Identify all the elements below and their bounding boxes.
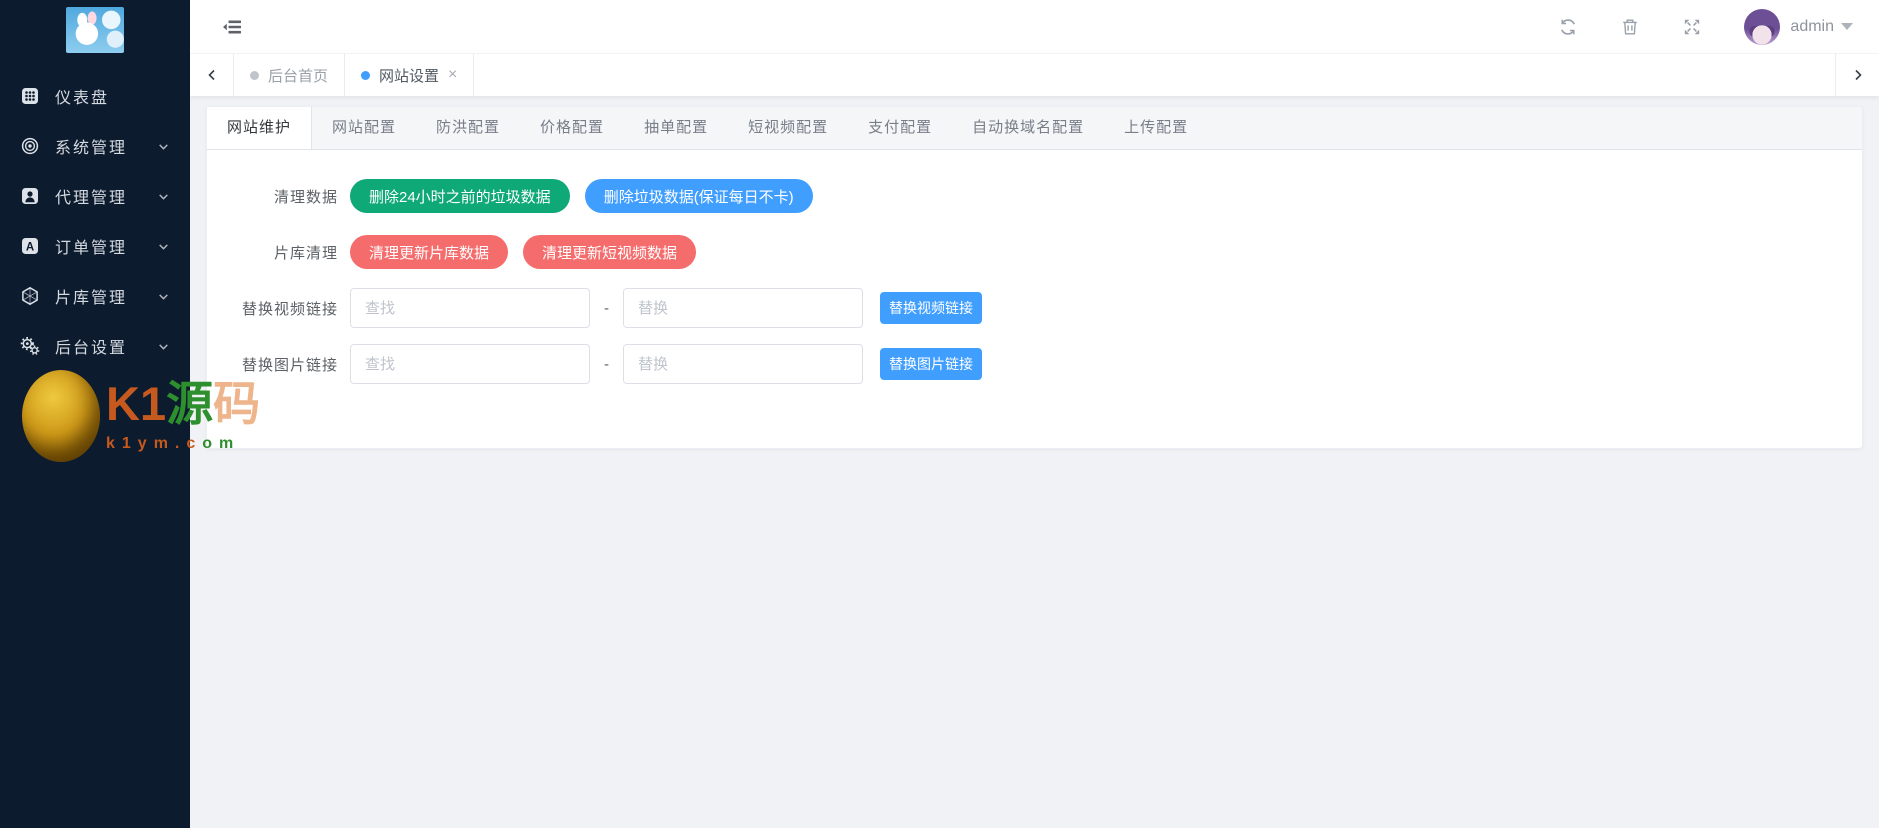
tab-price-config[interactable]: 价格配置: [520, 107, 624, 149]
sidebar: 仪表盘 系统管理 代理管理 A 订单管理 片库管理 后台设置: [0, 0, 190, 828]
tag-label: 网站设置: [379, 67, 440, 85]
bunny-logo-image: [66, 7, 124, 53]
sidebar-item-library-manage[interactable]: 片库管理: [0, 271, 190, 321]
video-find-input[interactable]: [350, 288, 590, 328]
refresh-icon[interactable]: [1558, 17, 1578, 37]
menu-fold-icon[interactable]: [222, 16, 244, 38]
close-icon[interactable]: ×: [448, 67, 457, 83]
library-manage-icon: [20, 286, 40, 306]
user-avatar[interactable]: [1744, 8, 1781, 45]
main-column: admin 后台首页 网站设置 × 网站维护 网站配置 防洪配置 价格配置 抽单…: [190, 0, 1879, 828]
clean-data-row: 清理数据 删除24小时之前的垃圾数据 删除垃圾数据(保证每日不卡): [222, 176, 1847, 216]
dashboard-icon: [20, 86, 40, 106]
tab-site-maintenance[interactable]: 网站维护: [207, 107, 313, 149]
chevron-down-icon: [157, 340, 170, 353]
tab-short-video-config[interactable]: 短视频配置: [728, 107, 848, 149]
tags-scroll-left-icon[interactable]: [190, 54, 234, 96]
sidebar-item-agent-manage[interactable]: 代理管理: [0, 171, 190, 221]
backend-settings-icon: [20, 336, 40, 356]
sidebar-item-label: 系统管理: [55, 140, 128, 157]
sidebar-item-label: 仪表盘: [55, 90, 110, 107]
settings-form: 清理数据 删除24小时之前的垃圾数据 删除垃圾数据(保证每日不卡) 片库清理 清…: [207, 150, 1862, 448]
tab-flood-config[interactable]: 防洪配置: [416, 107, 520, 149]
sidebar-item-label: 后台设置: [55, 340, 128, 357]
clean-short-video-button[interactable]: 清理更新短视频数据: [523, 235, 697, 269]
tab-site-config[interactable]: 网站配置: [312, 107, 416, 149]
tag-dot: [250, 70, 259, 80]
system-manage-icon: [20, 136, 40, 156]
chevron-down-icon: [157, 240, 170, 253]
svg-text:A: A: [26, 241, 34, 253]
separator-dash: -: [604, 355, 609, 373]
chevron-down-icon: [157, 290, 170, 303]
tag-website-settings[interactable]: 网站设置 ×: [345, 54, 475, 96]
sidebar-menu: 仪表盘 系统管理 代理管理 A 订单管理 片库管理 后台设置: [0, 59, 190, 371]
tab-draw-config[interactable]: 抽单配置: [624, 107, 728, 149]
clean-data-label: 清理数据: [273, 188, 338, 206]
topbar-right: admin: [1516, 8, 1853, 45]
content-area: 网站维护 网站配置 防洪配置 价格配置 抽单配置 短视频配置 支付配置 自动换域…: [190, 96, 1879, 828]
sidebar-item-label: 订单管理: [55, 240, 128, 257]
replace-video-link-button[interactable]: 替换视频链接: [880, 292, 982, 324]
delete-old-garbage-button[interactable]: 删除24小时之前的垃圾数据: [350, 179, 570, 213]
order-manage-icon: A: [20, 236, 40, 256]
user-menu[interactable]: admin: [1790, 18, 1853, 36]
fullscreen-icon[interactable]: [1682, 17, 1702, 37]
admin-app: 仪表盘 系统管理 代理管理 A 订单管理 片库管理 后台设置 K1源码 k1ym…: [0, 0, 1879, 828]
sidebar-item-backend-settings[interactable]: 后台设置: [0, 321, 190, 371]
tags-scroll-right-icon[interactable]: [1835, 54, 1879, 96]
tag-backend-home[interactable]: 后台首页: [234, 54, 346, 96]
sidebar-item-label: 代理管理: [55, 190, 128, 207]
topbar: admin: [190, 0, 1879, 53]
replace-image-link-button[interactable]: 替换图片链接: [880, 348, 982, 380]
settings-tabs: 网站维护 网站配置 防洪配置 价格配置 抽单配置 短视频配置 支付配置 自动换域…: [207, 107, 1862, 150]
replace-video-row: 替换视频链接 - 替换视频链接: [222, 288, 1847, 328]
sidebar-item-order-manage[interactable]: A 订单管理: [0, 221, 190, 271]
clean-film-library-button[interactable]: 清理更新片库数据: [350, 235, 509, 269]
image-replace-input[interactable]: [623, 344, 863, 384]
sidebar-item-dashboard[interactable]: 仪表盘: [0, 71, 190, 121]
tab-upload-config[interactable]: 上传配置: [1104, 107, 1208, 149]
username: admin: [1790, 17, 1834, 35]
tag-dot: [361, 70, 371, 80]
sidebar-logo: [0, 0, 190, 59]
tab-payment-config[interactable]: 支付配置: [848, 107, 952, 149]
replace-image-row: 替换图片链接 - 替换图片链接: [222, 344, 1847, 384]
replace-image-label: 替换图片链接: [241, 356, 338, 374]
trash-icon[interactable]: [1620, 17, 1640, 37]
caret-down-icon: [1841, 23, 1853, 30]
settings-card: 网站维护 网站配置 防洪配置 价格配置 抽单配置 短视频配置 支付配置 自动换域…: [206, 106, 1863, 449]
chevron-down-icon: [157, 190, 170, 203]
video-replace-input[interactable]: [623, 288, 863, 328]
sidebar-item-label: 片库管理: [55, 290, 128, 307]
image-find-input[interactable]: [350, 344, 590, 384]
delete-garbage-button[interactable]: 删除垃圾数据(保证每日不卡): [584, 179, 813, 213]
chevron-down-icon: [157, 140, 170, 153]
tagbar: 后台首页 网站设置 ×: [190, 53, 1879, 96]
library-clean-label: 片库清理: [273, 244, 338, 262]
tab-auto-domain-config[interactable]: 自动换域名配置: [952, 107, 1104, 149]
library-clean-row: 片库清理 清理更新片库数据 清理更新短视频数据: [222, 232, 1847, 272]
sidebar-item-system-manage[interactable]: 系统管理: [0, 121, 190, 171]
tag-label: 后台首页: [268, 67, 329, 85]
agent-manage-icon: [20, 186, 40, 206]
separator-dash: -: [604, 299, 609, 317]
replace-video-label: 替换视频链接: [241, 300, 338, 318]
